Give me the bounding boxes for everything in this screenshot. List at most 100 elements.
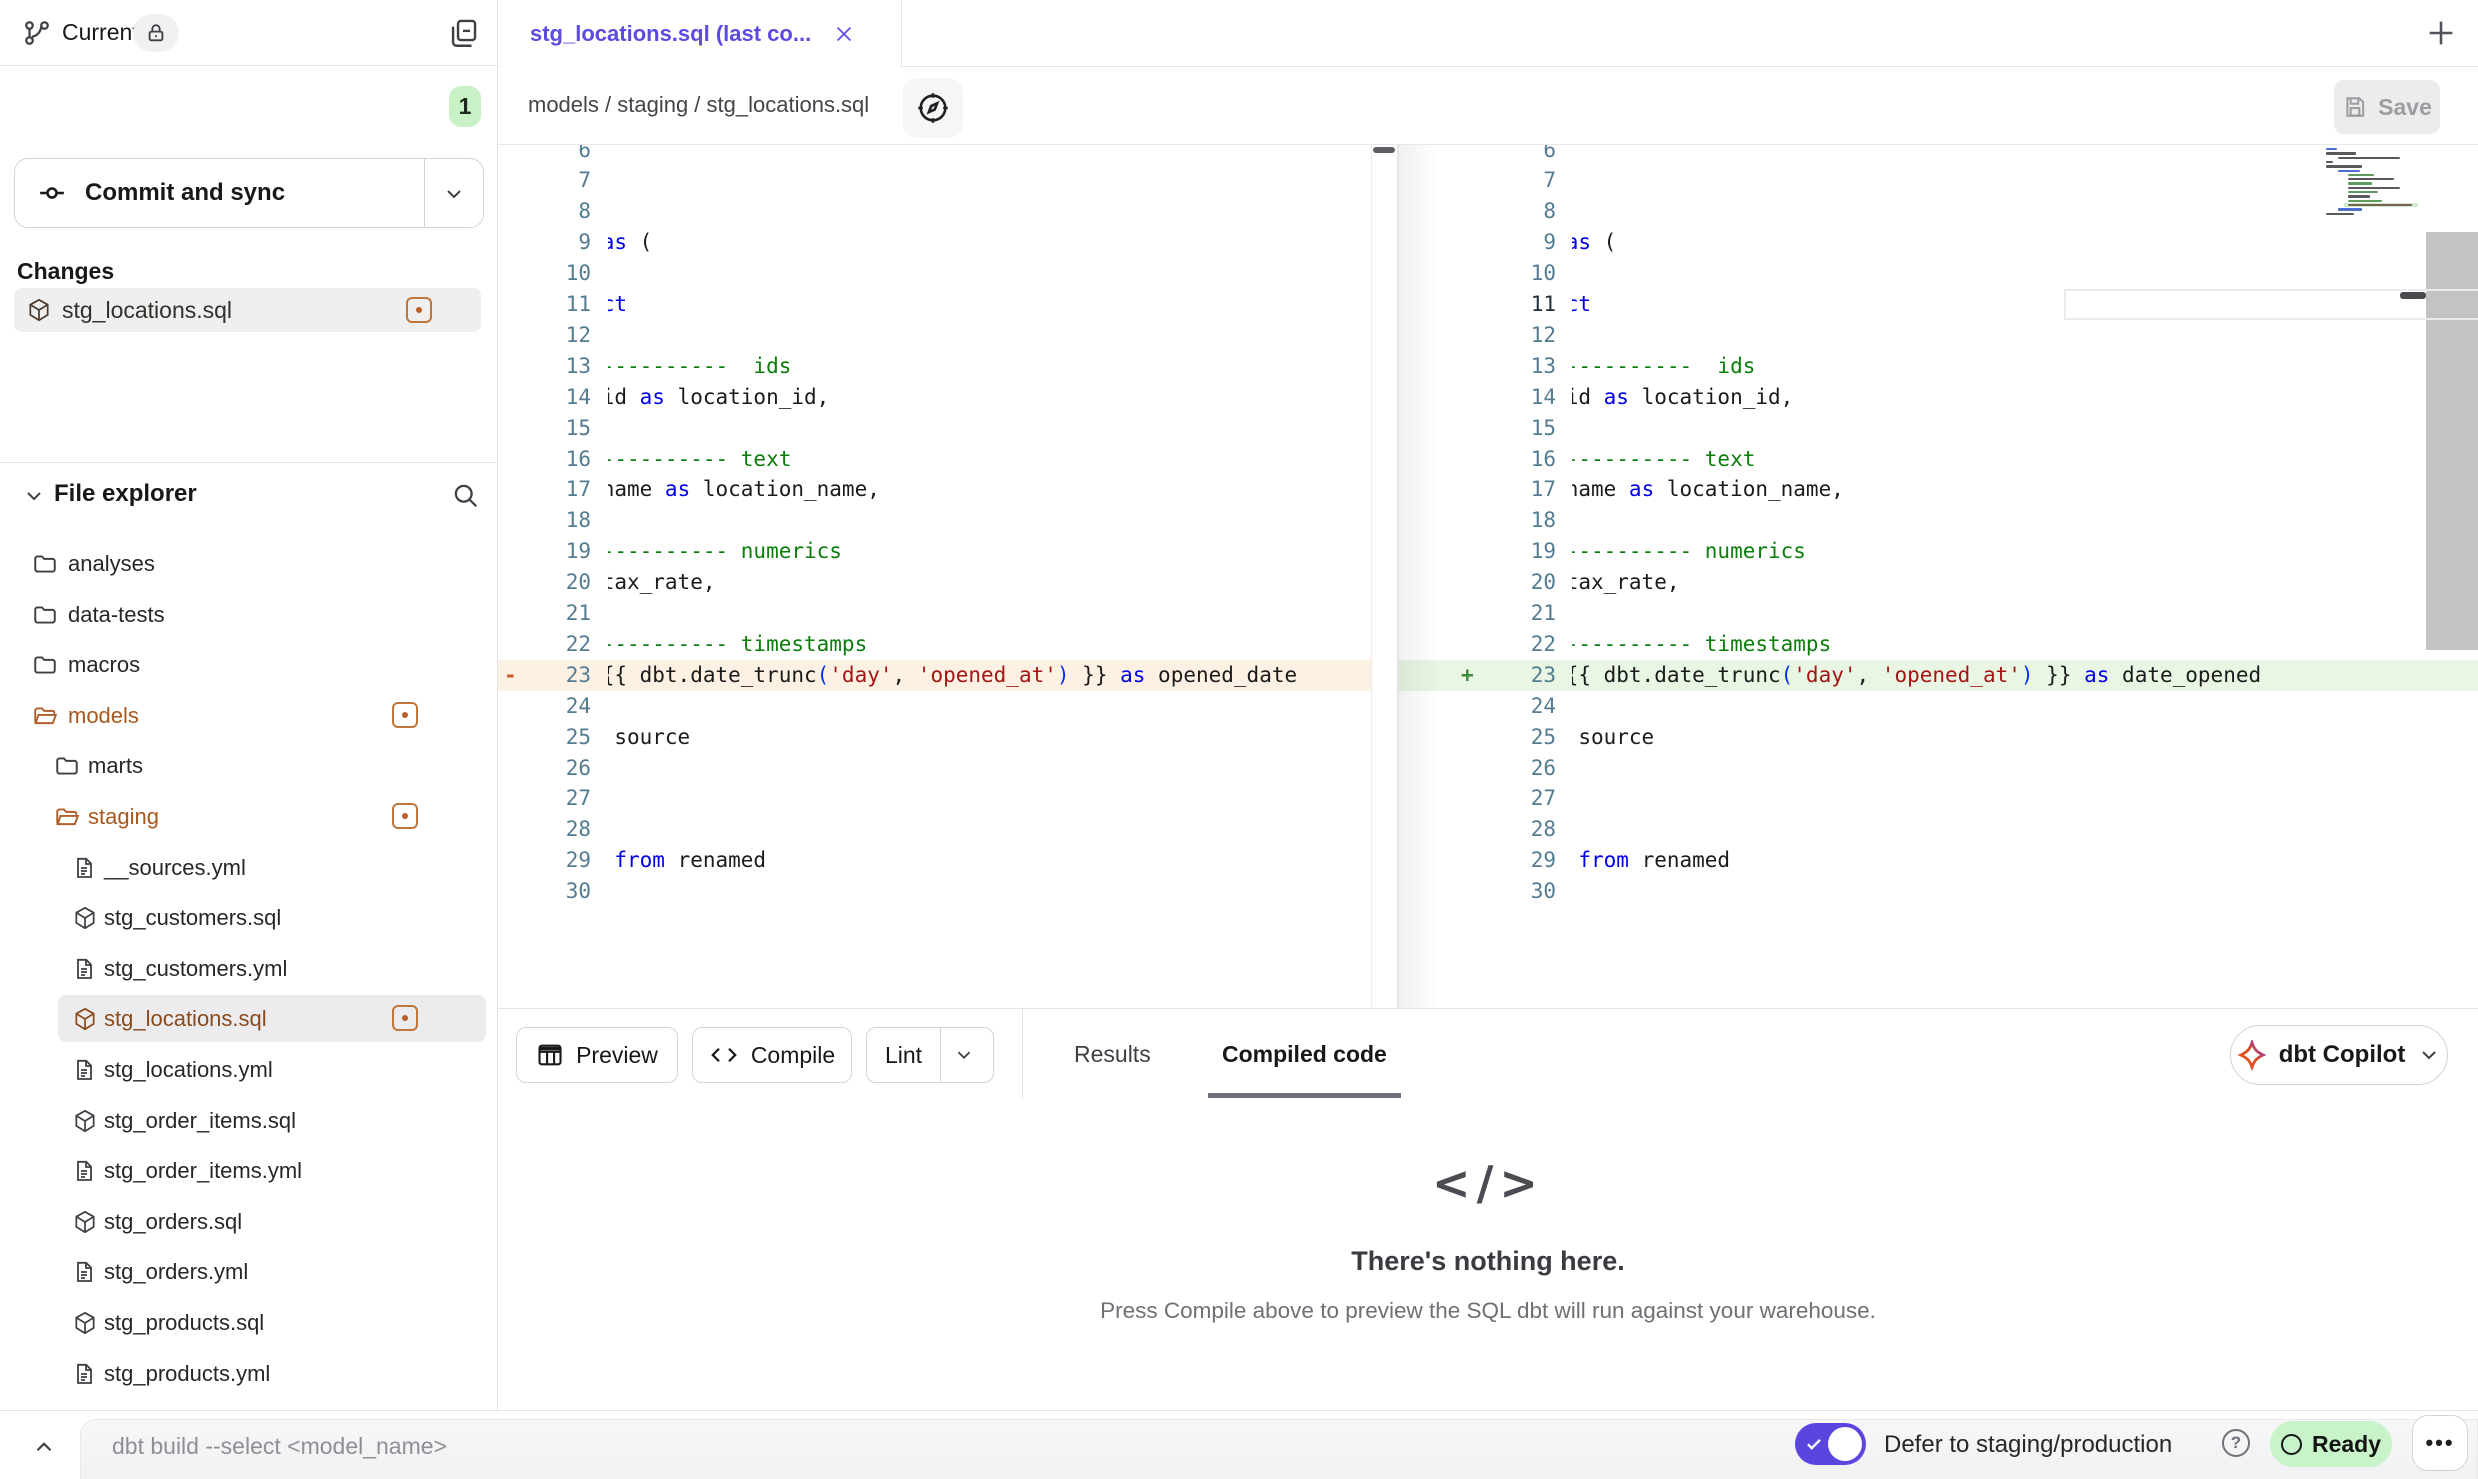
code-line-6[interactable]: 6: [498, 145, 1371, 166]
file-tree-item-marts[interactable]: marts: [0, 742, 498, 789]
code-line-20[interactable]: 20 tax_rate,: [498, 567, 1371, 598]
left-scrollbar-thumb[interactable]: [1373, 147, 1395, 153]
file-tree-item-stg-orders-yml[interactable]: stg_orders.yml: [0, 1248, 498, 1295]
help-icon[interactable]: ?: [2222, 1429, 2250, 1457]
code-line-23[interactable]: +23 {{ dbt.date_trunc('day', 'opened_at'…: [1399, 660, 2478, 691]
file-name: __sources.yml: [104, 855, 246, 881]
code-line-30[interactable]: 30: [498, 876, 1371, 907]
diff-pane-modified[interactable]: 67),89renamed as (1011 select1213 ------…: [1399, 145, 2478, 1008]
code-line-19[interactable]: 19 ---------- numerics: [498, 536, 1371, 567]
code-line-6[interactable]: 6: [1399, 145, 2478, 166]
code-line-24[interactable]: 24: [1399, 691, 2478, 722]
code-line-11[interactable]: 11 select: [498, 289, 1371, 320]
git-branch-icon: [22, 18, 52, 48]
file-tree-item-stg-locations-yml[interactable]: stg_locations.yml: [0, 1046, 498, 1093]
lint-dropdown-chevron-icon[interactable]: [953, 1044, 975, 1066]
code-line-18[interactable]: 18: [1399, 505, 2478, 536]
code-line-27[interactable]: 27): [1399, 783, 2478, 814]
close-icon[interactable]: [833, 23, 855, 45]
code-line-17[interactable]: 17 name as location_name,: [1399, 474, 2478, 505]
code-line-28[interactable]: 28: [498, 814, 1371, 845]
code-line-24[interactable]: 24: [498, 691, 1371, 722]
code-line-8[interactable]: 8: [1399, 196, 2478, 227]
code-line-14[interactable]: 14 id as location_id,: [498, 382, 1371, 413]
code-line-30[interactable]: 30: [1399, 876, 2478, 907]
code-line-28[interactable]: 28: [1399, 814, 2478, 845]
file-explorer-header[interactable]: File explorer: [0, 470, 498, 526]
code-line-15[interactable]: 15: [1399, 413, 2478, 444]
file-tree-item-stg-products-yml[interactable]: stg_products.yml: [0, 1350, 498, 1397]
code-line-13[interactable]: 13 ---------- ids: [1399, 351, 2478, 382]
code-line-21[interactable]: 21: [1399, 598, 2478, 629]
more-options-button[interactable]: •••: [2412, 1415, 2468, 1471]
commit-dropdown-chevron-icon[interactable]: [442, 182, 466, 206]
branch-name[interactable]: Current: [62, 19, 139, 46]
dbt-copilot-button[interactable]: dbt Copilot: [2230, 1025, 2448, 1085]
search-icon[interactable]: [450, 480, 480, 510]
code-line-23[interactable]: -23 {{ dbt.date_trunc('day', 'opened_at'…: [498, 660, 1371, 691]
file-tree-item-macros[interactable]: macros: [0, 641, 498, 688]
code-line-9[interactable]: 9renamed as (: [498, 227, 1371, 258]
tab-results[interactable]: Results: [1074, 1009, 1151, 1099]
code-line-26[interactable]: 26: [1399, 753, 2478, 784]
code-line-17[interactable]: 17 name as location_name,: [498, 474, 1371, 505]
code-line-10[interactable]: 10: [1399, 258, 2478, 289]
code-line-8[interactable]: 8: [498, 196, 1371, 227]
code-line-22[interactable]: 22 ---------- timestamps: [498, 629, 1371, 660]
new-tab-button[interactable]: [2422, 14, 2460, 52]
diff-pane-original[interactable]: 67),89renamed as (1011 select1213 ------…: [498, 145, 1371, 1008]
file-tree-item-stg-order-items-sql[interactable]: stg_order_items.sql: [0, 1097, 498, 1144]
code-line-19[interactable]: 19 ---------- numerics: [1399, 536, 2478, 567]
diff-editor[interactable]: 67),89renamed as (1011 select1213 ------…: [498, 145, 2478, 1008]
code-line-26[interactable]: 26: [498, 753, 1371, 784]
file-tree-item-data-tests[interactable]: data-tests: [0, 591, 498, 638]
code-line-15[interactable]: 15: [498, 413, 1371, 444]
changed-file-row[interactable]: stg_locations.sql: [14, 288, 481, 332]
file-tree-item--sources-yml[interactable]: __sources.yml: [0, 844, 498, 891]
code-line-10[interactable]: 10: [498, 258, 1371, 289]
expand-command-bar-button[interactable]: [26, 1429, 62, 1465]
compile-button[interactable]: Compile: [692, 1027, 852, 1083]
file-tree-item-analyses[interactable]: analyses: [0, 540, 498, 587]
file-tree-item-stg-customers-sql[interactable]: stg_customers.sql: [0, 894, 498, 941]
code-line-29[interactable]: 29select * from renamed: [1399, 845, 2478, 876]
file-tree-item-stg-products-sql[interactable]: stg_products.sql: [0, 1299, 498, 1346]
save-button[interactable]: Save: [2334, 80, 2440, 134]
code-line-9[interactable]: 9renamed as (: [1399, 227, 2478, 258]
code-line-20[interactable]: 20 tax_rate,: [1399, 567, 2478, 598]
file-tree-item-stg-orders-sql[interactable]: stg_orders.sql: [0, 1198, 498, 1245]
lint-button[interactable]: Lint: [866, 1027, 994, 1083]
left-scrollbar[interactable]: [1371, 145, 1397, 1008]
tab-stg-locations[interactable]: stg_locations.sql (last co...: [500, 0, 902, 68]
code-line-16[interactable]: 16 ---------- text: [498, 444, 1371, 475]
code-line-14[interactable]: 14 id as location_id,: [1399, 382, 2478, 413]
file-tree-item-stg-locations-sql[interactable]: stg_locations.sql: [0, 995, 498, 1042]
code-line-29[interactable]: 29select * from renamed: [498, 845, 1371, 876]
ready-status-badge[interactable]: Ready: [2270, 1421, 2392, 1467]
preview-button[interactable]: Preview: [516, 1027, 678, 1083]
code-line-12[interactable]: 12: [1399, 320, 2478, 351]
file-tree-item-staging[interactable]: staging: [0, 793, 498, 840]
tab-compiled-code[interactable]: Compiled code: [1222, 1009, 1387, 1099]
file-tree-item-stg-order-items-yml[interactable]: stg_order_items.yml: [0, 1147, 498, 1194]
explore-lineage-button[interactable]: [903, 78, 963, 138]
file-tree-item-models[interactable]: models: [0, 692, 498, 739]
code-line-7[interactable]: 7),: [498, 165, 1371, 196]
minimap[interactable]: [2326, 148, 2404, 358]
code-line-25[interactable]: 25 from source: [498, 722, 1371, 753]
code-line-22[interactable]: 22 ---------- timestamps: [1399, 629, 2478, 660]
duplicate-icon[interactable]: [446, 16, 480, 50]
code-line-21[interactable]: 21: [498, 598, 1371, 629]
defer-toggle[interactable]: [1795, 1423, 1866, 1465]
code-line-13[interactable]: 13 ---------- ids: [498, 351, 1371, 382]
code-line-16[interactable]: 16 ---------- text: [1399, 444, 2478, 475]
code-line-18[interactable]: 18: [498, 505, 1371, 536]
commit-and-sync-button[interactable]: Commit and sync: [14, 158, 484, 228]
version-control-header[interactable]: Version control: [0, 66, 498, 140]
code-line-25[interactable]: 25 from source: [1399, 722, 2478, 753]
code-line-7[interactable]: 7),: [1399, 165, 2478, 196]
code-line-27[interactable]: 27): [498, 783, 1371, 814]
commit-split-divider: [424, 159, 425, 227]
code-line-12[interactable]: 12: [498, 320, 1371, 351]
file-tree-item-stg-customers-yml[interactable]: stg_customers.yml: [0, 945, 498, 992]
